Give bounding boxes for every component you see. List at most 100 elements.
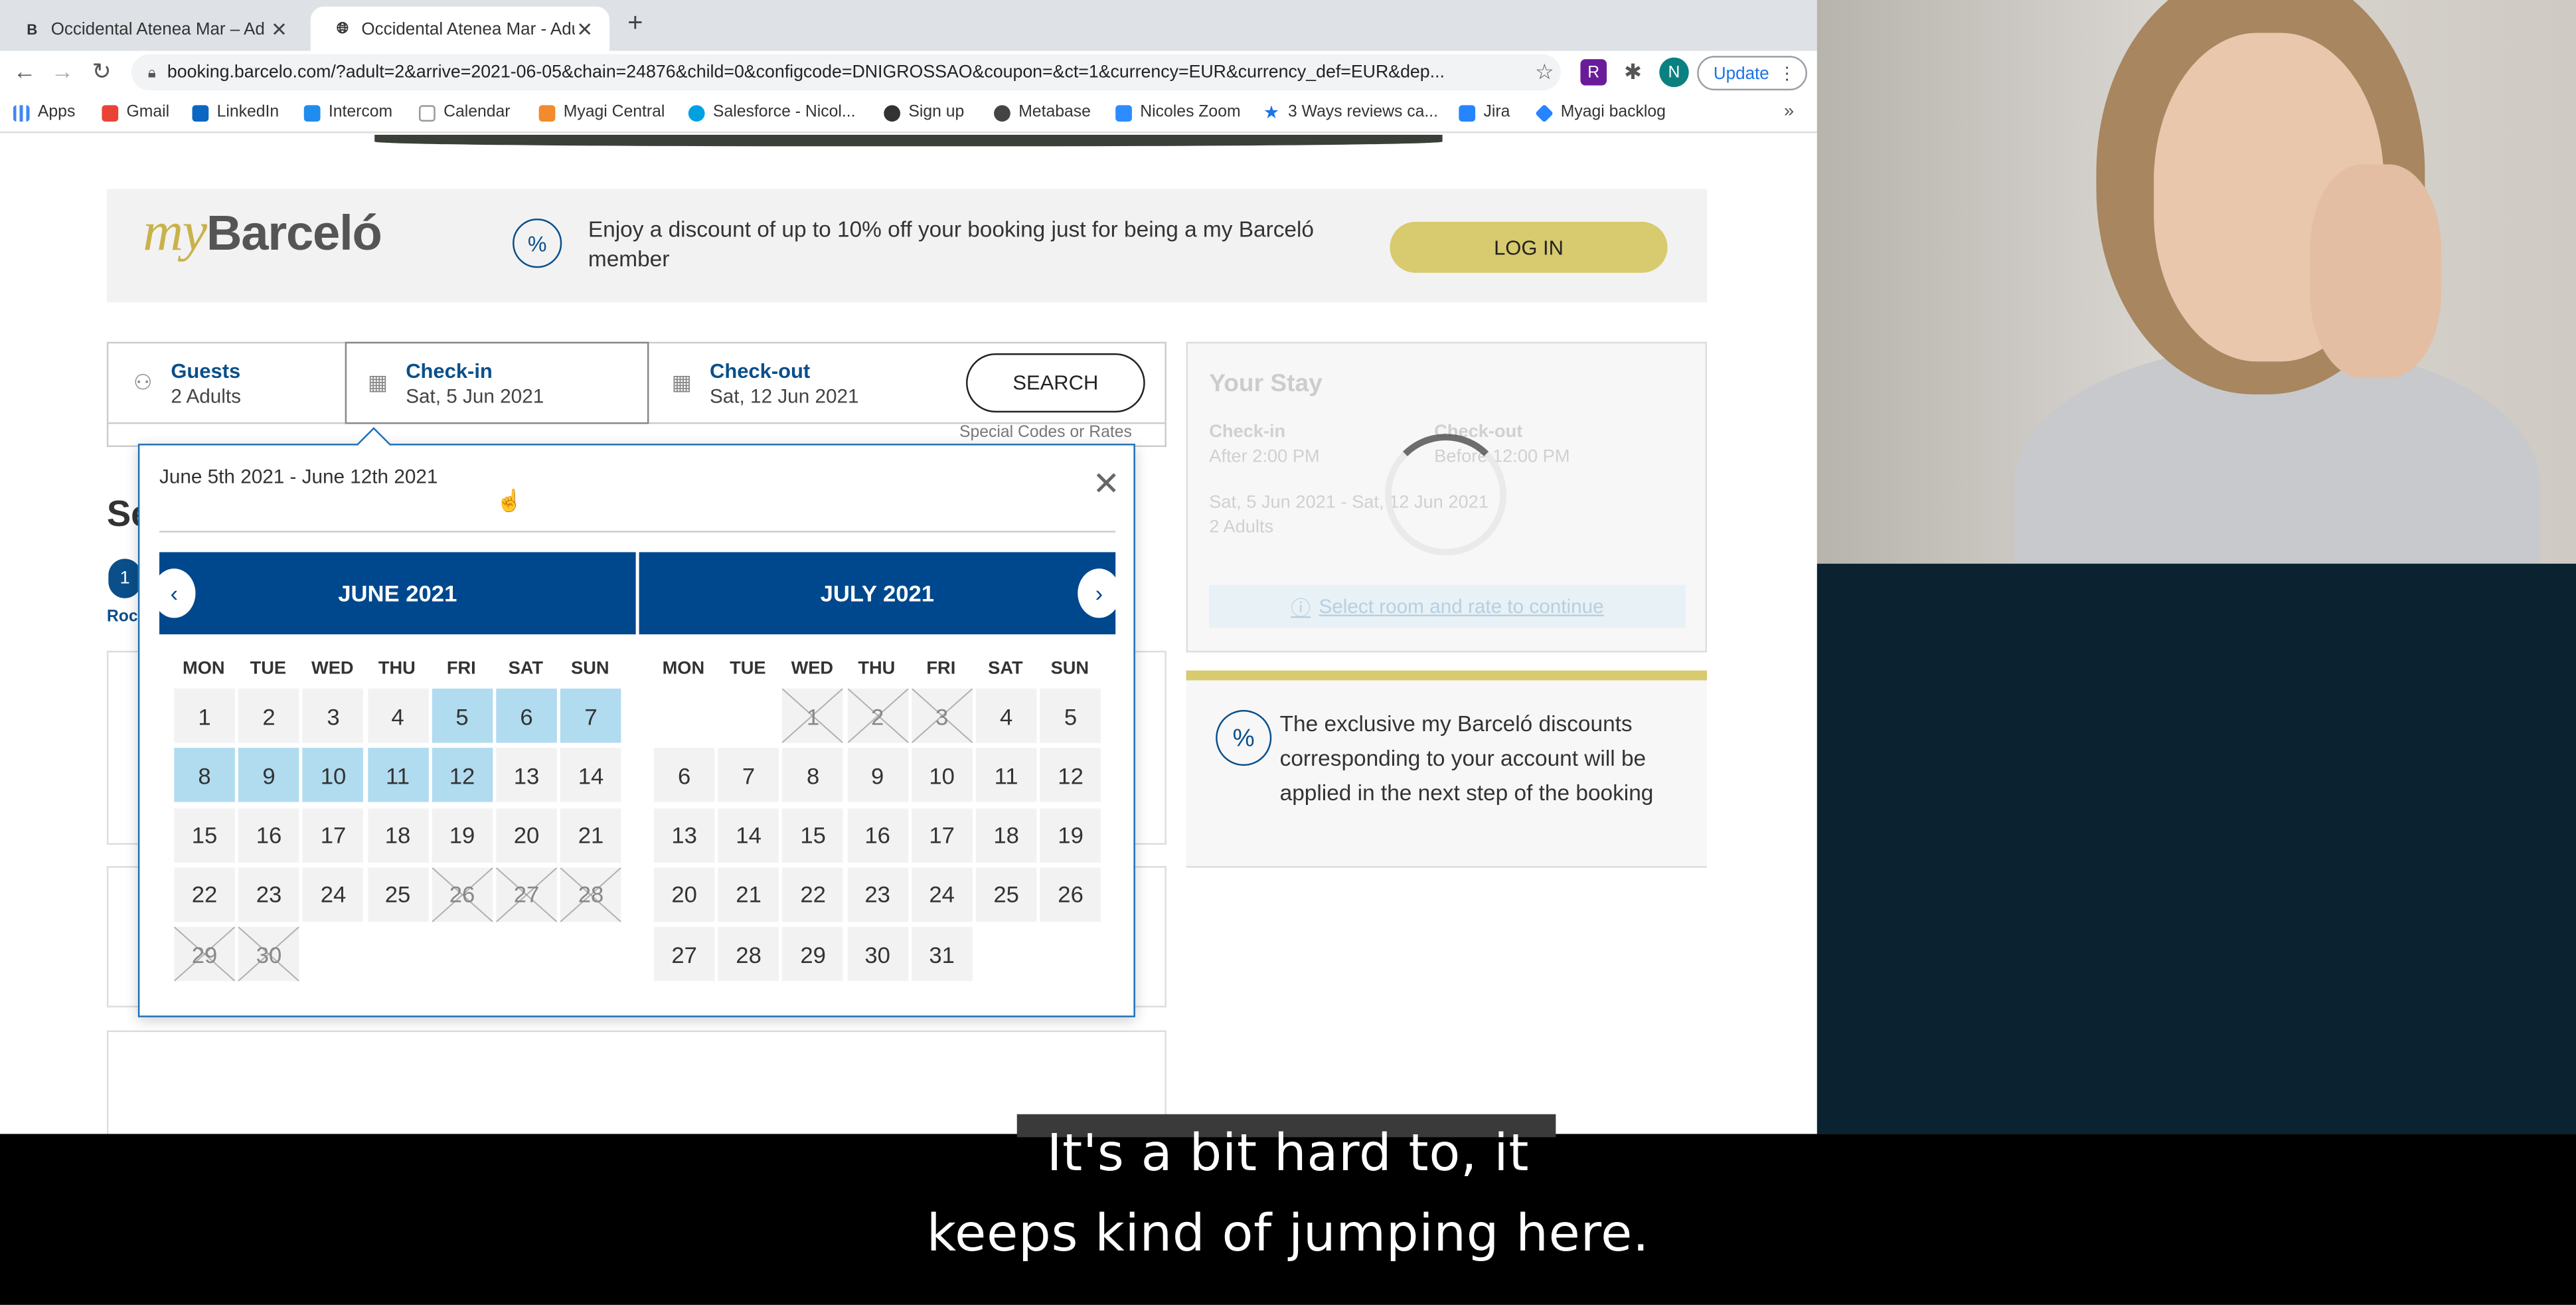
calendar-day[interactable]: 7 [718, 748, 779, 803]
calendar-day[interactable]: 15 [782, 808, 844, 863]
discount-badge-icon: % [1216, 709, 1272, 766]
close-icon[interactable]: ✕ [1093, 468, 1120, 501]
bookmark-nicoles-zoom[interactable]: Nicoles Zoom [1115, 104, 1241, 122]
url-text: booking.barcelo.com/?adult=2&arrive=2021… [167, 62, 1445, 82]
guests-field[interactable]: ⚇ Guests 2 Adults [128, 343, 241, 422]
update-button[interactable]: Update ⋮ [1697, 56, 1807, 91]
bookmark-3-ways[interactable]: ★ 3 Ways reviews ca... [1263, 104, 1438, 122]
calendar-day[interactable]: 9 [846, 748, 908, 803]
calendar-day[interactable]: 8 [174, 748, 235, 803]
calendar-day[interactable]: 1 [174, 688, 235, 743]
calendar-day[interactable]: 27 [653, 927, 715, 982]
calendar-day[interactable]: 18 [975, 808, 1037, 863]
calendar-day[interactable]: 10 [911, 748, 973, 803]
calendar-day[interactable]: 11 [367, 748, 428, 803]
bookmark-sign-up[interactable]: Sign up [884, 104, 964, 122]
login-button[interactable]: LOG IN [1390, 222, 1668, 273]
next-month-chevron-icon[interactable]: › [1078, 568, 1121, 618]
calendar-day[interactable]: 31 [911, 927, 973, 982]
more-menu-icon[interactable]: ⋮ [1779, 63, 1796, 83]
calendar-day[interactable]: 26 [1040, 867, 1101, 922]
calendar-day[interactable]: 25 [367, 867, 428, 922]
calendar-day[interactable]: 5 [432, 688, 493, 743]
calendar-day[interactable]: 11 [975, 748, 1037, 803]
calendar-day[interactable]: 4 [367, 688, 428, 743]
bookmark-gmail[interactable]: Gmail [102, 104, 169, 122]
calendar-day[interactable]: 7 [560, 688, 621, 743]
bookmark-myagi-backlog[interactable]: Myagi backlog [1535, 103, 1666, 122]
jira-icon [1459, 104, 1476, 121]
calendar-day[interactable]: 28 [718, 927, 779, 982]
calendar-day[interactable]: 14 [718, 808, 779, 863]
calendar-day[interactable]: 13 [653, 808, 715, 863]
calendar-day[interactable]: 20 [496, 808, 557, 863]
calendar-day[interactable]: 17 [303, 808, 364, 863]
checkout-field[interactable]: ▦ Check-out Sat, 12 Jun 2021 [667, 343, 859, 422]
calendar-day[interactable]: 22 [782, 867, 844, 922]
bookmark-calendar[interactable]: Calendar [418, 104, 511, 122]
calendar-day[interactable]: 19 [432, 808, 493, 863]
calendar-day[interactable]: 3 [303, 688, 364, 743]
calendar-day: 28 [560, 867, 621, 922]
browser-tab-2[interactable]: 🌐︎ Occidental Atenea Mar - Adult ✕ [310, 6, 610, 51]
calendar-day[interactable]: 23 [846, 867, 908, 922]
calendar-day[interactable]: 21 [718, 867, 779, 922]
calendar-day[interactable]: 21 [560, 808, 621, 863]
address-bar[interactable]: 🔒︎ booking.barcelo.com/?adult=2&arrive=2… [131, 54, 1561, 91]
calendar-day: 26 [432, 867, 493, 922]
prev-month-chevron-icon[interactable]: ‹ [153, 568, 196, 618]
bookmark-salesforce[interactable]: Salesforce - Nicol... [688, 104, 855, 122]
bookmark-jira[interactable]: Jira [1459, 104, 1510, 122]
bookmark-star-icon[interactable]: ☆ [1535, 59, 1554, 86]
search-button[interactable]: SEARCH [966, 353, 1145, 413]
calendar-day[interactable]: 6 [496, 688, 557, 743]
barcelo-favicon-icon: B [27, 20, 38, 37]
extension-icon[interactable]: R [1580, 59, 1607, 86]
caption-line-1: It's a bit hard to, it [1046, 1124, 1530, 1183]
bookmark-intercom[interactable]: Intercom [303, 103, 393, 122]
calendar-day[interactable]: 4 [975, 688, 1037, 743]
calendar-day[interactable]: 19 [1040, 808, 1101, 863]
profile-avatar[interactable]: N [1659, 57, 1689, 88]
checkin-field[interactable]: ▦ Check-in Sat, 5 Jun 2021 [345, 341, 649, 424]
calendar-day[interactable]: 9 [238, 748, 299, 803]
calendar-day[interactable]: 8 [782, 748, 844, 803]
calendar-day[interactable]: 5 [1040, 688, 1101, 743]
calendar-day[interactable]: 12 [1040, 748, 1101, 803]
close-tab-icon[interactable]: ✕ [576, 17, 593, 41]
browser-tab-1[interactable]: B Occidental Atenea Mar – Adult ✕ [0, 7, 304, 51]
calendar-day[interactable]: 30 [846, 927, 908, 982]
calendar-day[interactable]: 10 [303, 748, 364, 803]
calendar-day[interactable]: 15 [174, 808, 235, 863]
calendar-day[interactable]: 18 [367, 808, 428, 863]
calendar-day[interactable]: 22 [174, 867, 235, 922]
forward-arrow-icon[interactable]: → [51, 58, 74, 84]
calendar-day[interactable]: 2 [238, 688, 299, 743]
calendar-day[interactable]: 20 [653, 867, 715, 922]
back-arrow-icon[interactable]: ← [13, 58, 37, 84]
bookmark-linkedin[interactable]: LinkedIn [192, 104, 279, 122]
calendar-day[interactable]: 23 [238, 867, 299, 922]
calendar-day[interactable]: 6 [653, 748, 715, 803]
bookmark-apps[interactable]: Apps [13, 104, 76, 122]
bookmark-myagi-central[interactable]: Myagi Central [538, 104, 665, 122]
calendar-day[interactable]: 25 [975, 867, 1037, 922]
calendar-day[interactable]: 16 [846, 808, 908, 863]
bookmark-metabase[interactable]: Metabase [994, 104, 1091, 122]
reload-icon[interactable]: ↻ [92, 58, 112, 86]
calendar-day[interactable]: 29 [782, 927, 844, 982]
more-bookmarks-icon[interactable]: » [1784, 102, 1794, 122]
weekday-header: SUN [1050, 659, 1089, 679]
calendar-day[interactable]: 13 [496, 748, 557, 803]
calendar-day[interactable]: 17 [911, 808, 973, 863]
select-room-cta[interactable]: ⓘ Select room and rate to continue [1209, 584, 1686, 628]
new-tab-button[interactable]: + [627, 10, 643, 40]
puzzle-extensions-icon[interactable]: ✱ [1620, 59, 1647, 86]
close-tab-icon[interactable]: ✕ [271, 17, 287, 41]
calendar-day[interactable]: 12 [432, 748, 493, 803]
calendar-day[interactable]: 24 [303, 867, 364, 922]
calendar-day[interactable]: 14 [560, 748, 621, 803]
calendar-day[interactable]: 24 [911, 867, 973, 922]
bookmark-label: Intercom [328, 103, 393, 122]
calendar-day[interactable]: 16 [238, 808, 299, 863]
